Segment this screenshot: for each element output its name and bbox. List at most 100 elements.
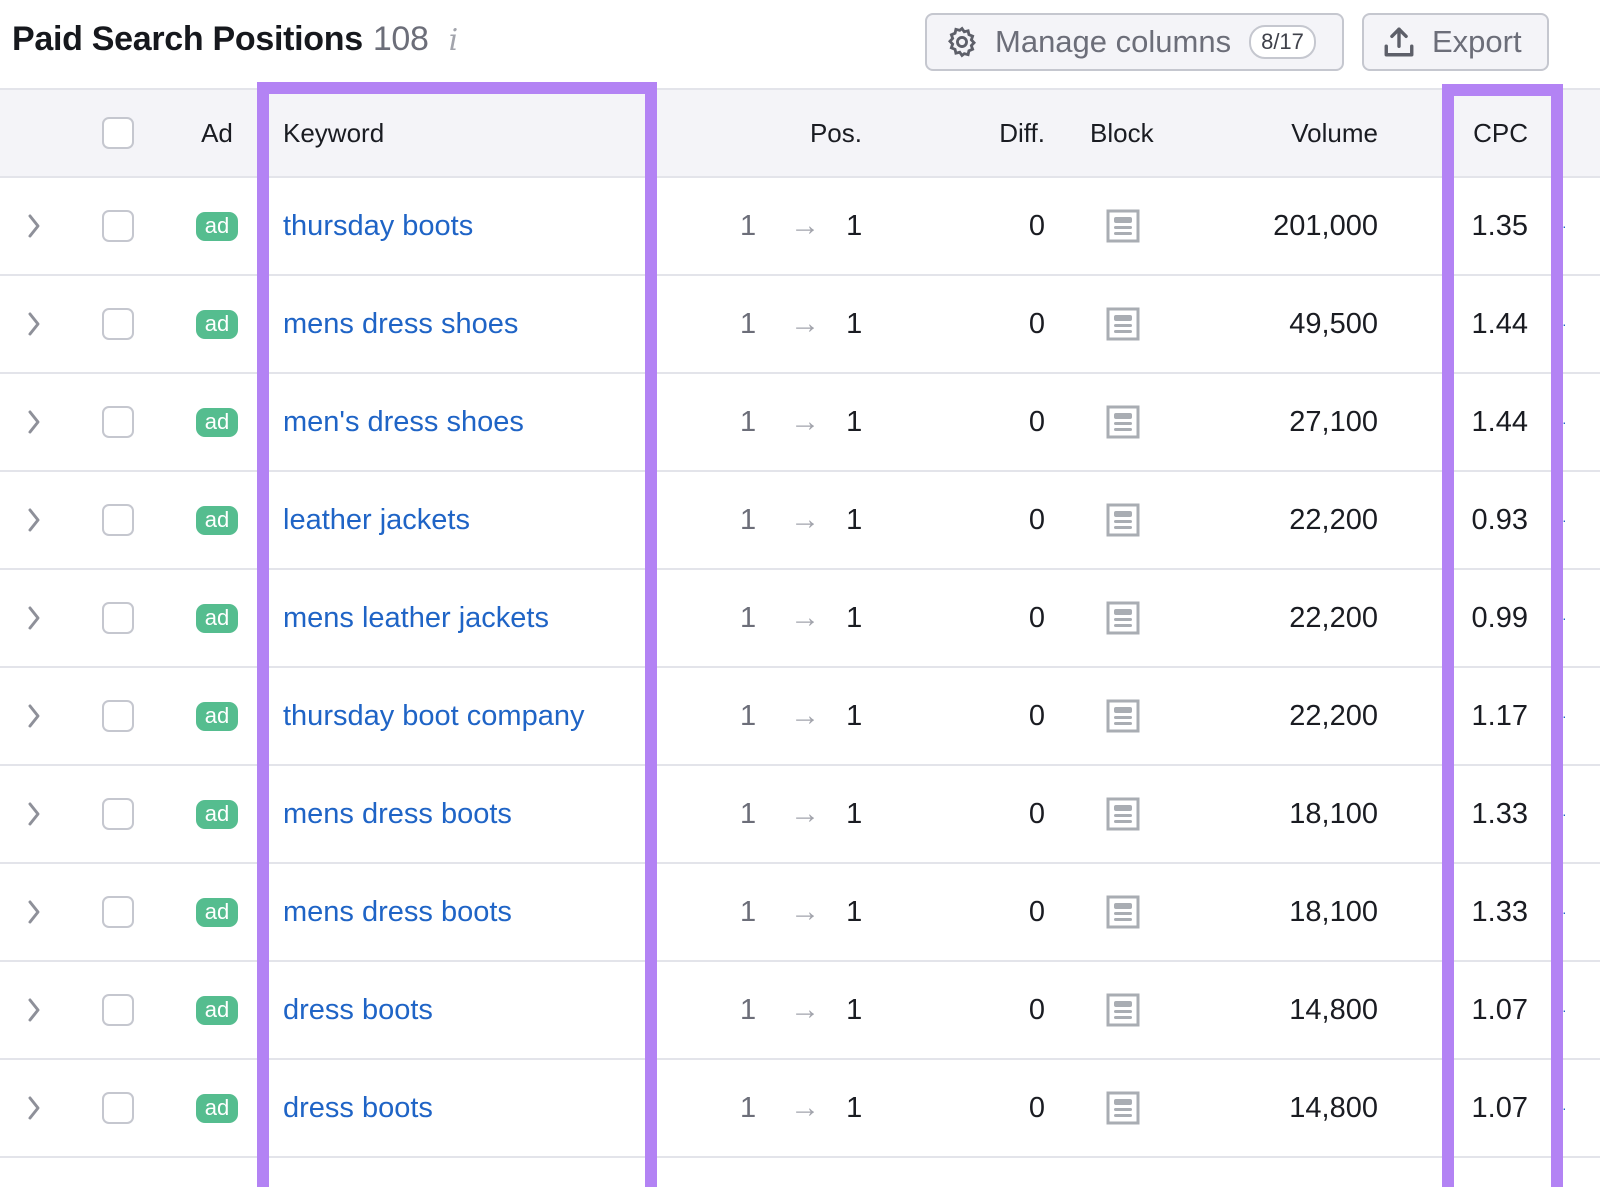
truncated-column-indicator: · [1562,218,1567,234]
chevron-right-icon[interactable] [26,997,42,1023]
chevron-right-icon[interactable] [26,801,42,827]
chevron-right-icon[interactable] [26,605,42,631]
row-checkbox[interactable] [102,406,134,438]
keyword-link[interactable]: leather jackets [283,504,470,537]
keyword-link[interactable]: mens dress boots [283,896,512,929]
manage-columns-button[interactable]: Manage columns 8/17 [925,13,1344,71]
table-row: ad mens dress shoes 1 → 1 0 49,500 1.44 … [0,276,1600,374]
columns-count-badge: 8/17 [1249,25,1316,59]
keyword-link[interactable]: dress boots [283,994,433,1027]
position-difference: 0 [1028,601,1045,634]
keyword-link[interactable]: mens leather jackets [283,602,549,635]
arrow-right-icon: → [790,1091,821,1124]
truncated-column-indicator: · [1562,512,1567,528]
row-checkbox[interactable] [102,700,134,732]
row-checkbox[interactable] [102,896,134,928]
search-volume: 14,800 [1289,1091,1378,1124]
current-position: 1 [846,503,863,536]
truncated-column-indicator: · [1562,316,1567,332]
chevron-right-icon[interactable] [26,703,42,729]
position-difference: 0 [1028,895,1045,928]
current-position: 1 [846,405,863,438]
cpc-value: 0.99 [1471,601,1528,634]
ad-badge: ad [195,897,239,927]
truncated-column-indicator: · [1562,414,1567,430]
current-position: 1 [846,895,863,928]
row-checkbox[interactable] [102,308,134,340]
row-checkbox[interactable] [102,994,134,1026]
table-row: ad men's dress shoes 1 → 1 0 27,100 1.44… [0,374,1600,472]
serp-block-icon[interactable] [1106,895,1140,929]
arrow-right-icon: → [790,993,821,1026]
result-count: 108 [372,20,429,58]
keyword-link[interactable]: men's dress shoes [283,406,524,439]
arrow-right-icon: → [790,601,821,634]
keyword-link[interactable]: thursday boots [283,210,473,243]
ad-badge: ad [195,1093,239,1123]
position-difference: 0 [1028,797,1045,830]
serp-block-icon[interactable] [1106,307,1140,341]
ad-badge: ad [195,799,239,829]
column-header-keyword[interactable]: Keyword [283,90,643,176]
positions-table: Ad Keyword Pos. Diff. Block Volume CPC a… [0,88,1600,1158]
truncated-column-indicator: · [1562,708,1567,724]
cpc-value: 1.07 [1471,1091,1528,1124]
serp-block-icon[interactable] [1106,405,1140,439]
info-icon[interactable]: i [449,23,459,58]
truncated-column-indicator: · [1562,610,1567,626]
cpc-value: 0.93 [1471,503,1528,536]
serp-block-icon[interactable] [1106,699,1140,733]
select-all-checkbox[interactable] [102,117,134,149]
position-difference: 0 [1028,209,1045,242]
row-checkbox[interactable] [102,1092,134,1124]
row-checkbox[interactable] [102,798,134,830]
manage-columns-label: Manage columns [995,24,1232,59]
column-header-volume[interactable]: Volume [1200,90,1378,176]
previous-position: 1 [740,503,757,536]
cpc-value: 1.33 [1471,895,1528,928]
column-header-cpc[interactable]: CPC [1440,90,1528,176]
serp-block-icon[interactable] [1106,503,1140,537]
serp-block-icon[interactable] [1106,993,1140,1027]
keyword-link[interactable]: mens dress boots [283,798,512,831]
arrow-right-icon: → [790,209,821,242]
keyword-link[interactable]: thursday boot company [283,700,584,733]
serp-block-icon[interactable] [1106,1091,1140,1125]
chevron-right-icon[interactable] [26,507,42,533]
cpc-value: 1.17 [1471,699,1528,732]
column-header-diff[interactable]: Diff. [960,90,1045,176]
row-checkbox[interactable] [102,504,134,536]
row-checkbox[interactable] [102,210,134,242]
current-position: 1 [846,601,863,634]
keyword-link[interactable]: dress boots [283,1092,433,1125]
current-position: 1 [846,1091,863,1124]
chevron-right-icon[interactable] [26,311,42,337]
export-label: Export [1432,24,1522,59]
ad-badge: ad [195,701,239,731]
serp-block-icon[interactable] [1106,797,1140,831]
serp-block-icon[interactable] [1106,601,1140,635]
report-header: Paid Search Positions 108 i Manage columns… [0,0,1600,88]
column-header-block[interactable]: Block [1090,90,1156,176]
position-difference: 0 [1028,993,1045,1026]
position-difference: 0 [1028,503,1045,536]
column-header-ad[interactable]: Ad [180,90,254,176]
chevron-right-icon[interactable] [26,1095,42,1121]
position-difference: 0 [1028,307,1045,340]
search-volume: 22,200 [1289,503,1378,536]
chevron-right-icon[interactable] [26,213,42,239]
arrow-right-icon: → [790,503,821,536]
previous-position: 1 [740,405,757,438]
column-header-pos[interactable]: Pos. [690,90,862,176]
keyword-link[interactable]: mens dress shoes [283,308,518,341]
chevron-right-icon[interactable] [26,899,42,925]
chevron-right-icon[interactable] [26,409,42,435]
serp-block-icon[interactable] [1106,209,1140,243]
search-volume: 201,000 [1273,209,1378,242]
previous-position: 1 [740,699,757,732]
arrow-right-icon: → [790,307,821,340]
ad-badge: ad [195,407,239,437]
ad-badge: ad [195,309,239,339]
row-checkbox[interactable] [102,602,134,634]
export-button[interactable]: Export [1362,13,1549,71]
